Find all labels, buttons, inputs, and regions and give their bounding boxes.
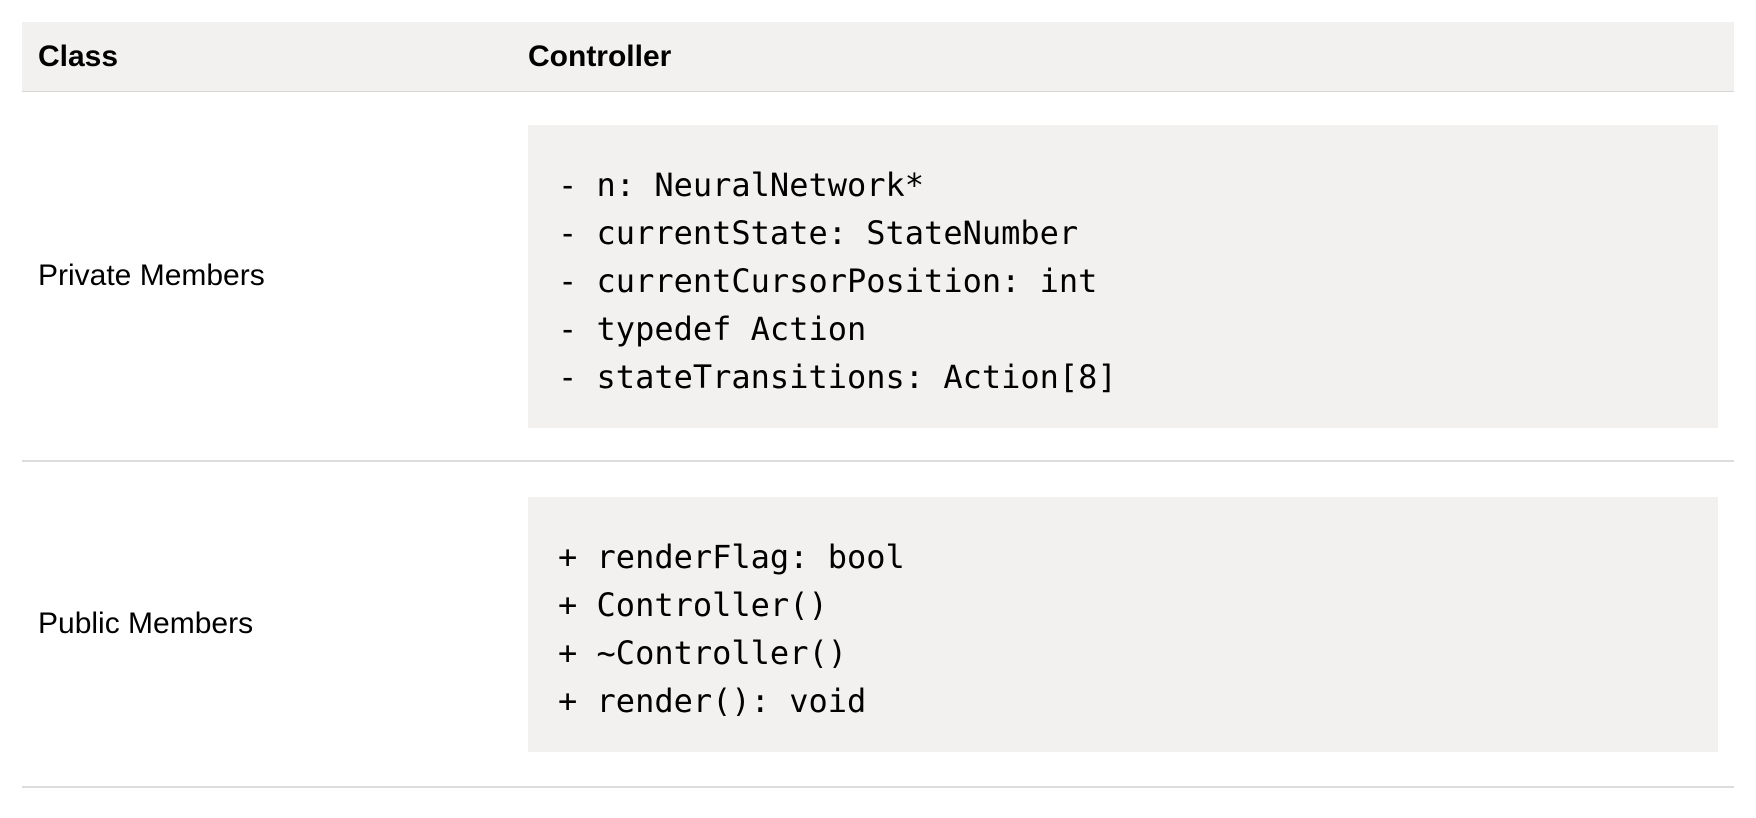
table-row-public-members: Public Members + renderFlag: bool + Contr… xyxy=(22,462,1734,788)
code-line: - typedef Action xyxy=(558,309,867,348)
class-name: Controller xyxy=(528,39,672,73)
row-value-cell: + renderFlag: bool + Controller() + ~Contr… xyxy=(528,496,1734,752)
private-members-label: Private Members xyxy=(38,259,265,292)
code-line: - currentCursorPosition: int xyxy=(558,261,1098,300)
table-header-row: Class Controller xyxy=(22,22,1734,92)
code-line: + renderFlag: bool xyxy=(558,537,905,576)
row-value-cell: - n: NeuralNetwork* - currentState: State… xyxy=(528,124,1734,428)
row-label-cell: Public Members xyxy=(22,609,528,639)
code-line: + Controller() xyxy=(558,585,828,624)
class-table: Class Controller Private Members - n: Ne… xyxy=(22,22,1734,788)
public-members-code-block: + renderFlag: bool + Controller() + ~Contr… xyxy=(528,496,1718,752)
row-label-cell: Private Members xyxy=(22,261,528,291)
code-line: - currentState: StateNumber xyxy=(558,213,1079,252)
table-row-private-members: Private Members - n: NeuralNetwork* - cur… xyxy=(22,92,1734,462)
header-label: Class xyxy=(38,39,119,73)
header-cell-class: Class xyxy=(22,39,528,73)
code-line: + ~Controller() xyxy=(558,633,847,672)
header-cell-name: Controller xyxy=(528,39,1734,73)
private-members-code-block: - n: NeuralNetwork* - currentState: State… xyxy=(528,124,1718,428)
code-line: - n: NeuralNetwork* xyxy=(558,165,925,204)
code-line: - stateTransitions: Action[8] xyxy=(558,357,1117,396)
code-line: + render(): void xyxy=(558,681,867,720)
public-members-label: Public Members xyxy=(38,607,254,640)
